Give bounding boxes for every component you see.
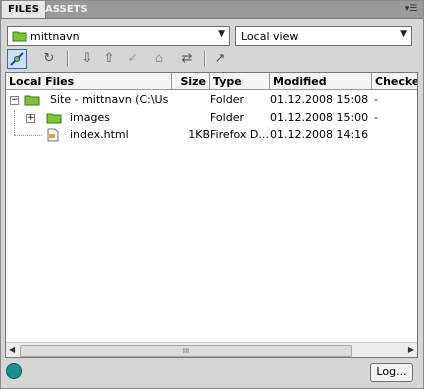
file-checked: -	[374, 93, 378, 106]
chevron-down-icon: ▼	[218, 29, 225, 39]
view-dropdown-value: Local view	[241, 30, 299, 43]
file-name: images	[70, 111, 110, 124]
connect-plug-icon	[10, 52, 24, 66]
tree-line	[14, 127, 16, 135]
column-header-local-files[interactable]: Local Files	[6, 73, 172, 90]
check-out-icon: ✓	[127, 51, 139, 66]
scroll-right-icon[interactable]: ▶	[408, 345, 414, 354]
file-type: Firefox D...	[210, 128, 269, 141]
file-list: Local Files Size Type Modified Checked −…	[5, 72, 418, 358]
files-toolbar: ↻ ⇩ ⇧ ✓ ⌂ ⇄ ↗	[7, 49, 419, 69]
check-in-icon: ⌂	[154, 51, 164, 66]
column-header-type[interactable]: Type	[210, 73, 270, 90]
put-files-button[interactable]: ⇧	[99, 49, 119, 69]
file-type: Folder	[210, 111, 244, 124]
file-type: Folder	[210, 93, 244, 106]
chevron-down-icon: ▼	[400, 29, 407, 39]
file-modified: 01.12.2008 14:16	[270, 128, 369, 141]
column-header-checked[interactable]: Checked	[372, 73, 417, 90]
expand-icon: ↗	[214, 51, 226, 66]
horizontal-scrollbar[interactable]: ◀ III ▶	[6, 342, 417, 357]
connect-button[interactable]	[7, 49, 27, 69]
scrollbar-thumb[interactable]: III	[20, 345, 352, 357]
check-in-button[interactable]: ⌂	[149, 49, 169, 69]
column-header-size[interactable]: Size	[172, 73, 210, 90]
scroll-left-icon[interactable]: ◀	[9, 345, 15, 354]
status-bar: Log...	[1, 360, 423, 388]
list-item-index-html[interactable]: index.html 1KB Firefox D... 01.12.2008 1…	[6, 127, 417, 143]
get-files-button[interactable]: ⇩	[77, 49, 97, 69]
column-header-modified[interactable]: Modified	[270, 73, 372, 90]
globe-icon	[6, 363, 22, 379]
tree-line	[14, 135, 42, 137]
list-item-site-root[interactable]: − Site - mittnavn (C:\Us... Folder 01.12…	[6, 92, 417, 108]
toolbar-divider	[204, 51, 206, 67]
file-modified: 01.12.2008 15:08	[270, 93, 369, 106]
tree-line	[14, 110, 16, 126]
file-size: 1KB	[188, 128, 210, 141]
expand-button[interactable]: ↗	[210, 49, 230, 69]
files-panel: FILES ASSETS ▾☰ mittnavn ▼ Local view ▼ …	[0, 0, 424, 389]
site-dropdown-value: mittnavn	[30, 30, 80, 43]
panel-options-icon[interactable]: ▾☰	[403, 3, 419, 15]
up-arrow-icon: ⇧	[103, 51, 115, 66]
tab-assets[interactable]: ASSETS	[39, 1, 94, 18]
down-arrow-icon: ⇩	[81, 51, 93, 66]
synchronize-icon: ⇄	[181, 51, 193, 66]
view-dropdown[interactable]: Local view ▼	[235, 26, 412, 46]
expand-icon[interactable]: +	[26, 114, 35, 123]
check-out-button[interactable]: ✓	[123, 49, 143, 69]
synchronize-button[interactable]: ⇄	[177, 49, 197, 69]
file-name: index.html	[70, 128, 129, 141]
refresh-icon: ↻	[43, 51, 55, 66]
folder-icon	[24, 95, 40, 106]
log-button[interactable]: Log...	[370, 363, 413, 382]
collapse-icon[interactable]: −	[10, 96, 19, 105]
file-modified: 01.12.2008 15:00	[270, 111, 369, 124]
folder-icon	[46, 113, 62, 124]
html-file-icon	[47, 128, 59, 142]
file-checked: -	[374, 111, 378, 124]
list-item-images[interactable]: + images Folder 01.12.2008 15:00 -	[6, 110, 417, 126]
panel-tab-bar: FILES ASSETS ▾☰	[1, 1, 423, 19]
site-dropdown[interactable]: mittnavn ▼	[7, 26, 230, 46]
folder-icon	[12, 31, 27, 42]
file-name: Site - mittnavn (C:\Us...	[50, 93, 168, 106]
refresh-button[interactable]: ↻	[39, 49, 59, 69]
toolbar-divider	[67, 51, 69, 67]
